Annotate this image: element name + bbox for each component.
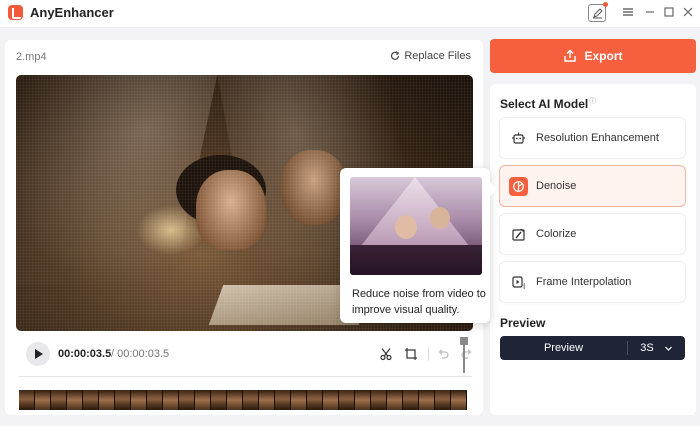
timeline-frame [19, 390, 35, 410]
export-label: Export [584, 49, 623, 63]
select-ai-model-heading: Select AI Modelⓘ [500, 97, 597, 111]
model-colorize[interactable]: Colorize [500, 214, 685, 254]
refresh-icon [391, 51, 400, 60]
timeline-frame [371, 390, 387, 410]
timeline-frame [323, 390, 339, 410]
app-title: AnyEnhancer [30, 5, 114, 20]
denoise-example-image [350, 177, 482, 275]
title-bar: AnyEnhancer [0, 0, 700, 28]
model-label: Resolution Enhancement [536, 132, 659, 144]
timeline-strip[interactable] [19, 390, 469, 410]
model-label: Colorize [536, 228, 577, 240]
timeline-frame [339, 390, 355, 410]
export-button[interactable]: Export [490, 39, 696, 73]
timeline-frame [307, 390, 323, 410]
duration-value: 3S [640, 342, 654, 354]
replace-files-button[interactable]: Replace Files [390, 50, 471, 62]
preview-duration-select[interactable]: 3S [628, 336, 685, 360]
preview-heading: Preview [500, 316, 546, 330]
timeline-frame [387, 390, 403, 410]
timeline-track [19, 376, 472, 377]
edit-icon [593, 8, 603, 19]
timeline-frame [435, 390, 451, 410]
timeline-frame [275, 390, 291, 410]
timeline-frame [451, 390, 467, 410]
preview-button[interactable]: Preview [500, 336, 627, 360]
minimize-icon[interactable] [643, 5, 657, 19]
feedback-button[interactable] [588, 2, 608, 22]
scissors-icon[interactable] [379, 347, 393, 361]
menu-icon[interactable] [621, 5, 635, 19]
tooltip-description: Reduce noise from video to improve visua… [352, 288, 486, 316]
timeline-frame [291, 390, 307, 410]
ai-model-panel: Select AI Modelⓘ Resolution Enhancement … [490, 84, 696, 415]
info-icon[interactable]: ⓘ [589, 98, 596, 105]
robot-icon [509, 129, 528, 148]
timeline-frame [147, 390, 163, 410]
timeline-frame [227, 390, 243, 410]
timeline-frame [51, 390, 67, 410]
player-controls: 00:00:03.5 / 00:00:03.5 [16, 340, 476, 368]
timeline-playhead[interactable] [460, 337, 468, 373]
preview-control: Preview 3S [500, 336, 685, 360]
play-button[interactable] [26, 342, 50, 366]
colorize-icon [509, 225, 528, 244]
replace-files-label: Replace Files [404, 50, 471, 62]
timeline-frame [179, 390, 195, 410]
undo-icon[interactable] [436, 347, 450, 361]
app-logo-icon [8, 5, 23, 20]
model-frame-interpolation[interactable]: Frame Interpolation [500, 262, 685, 302]
file-name: 2.mp4 [16, 51, 47, 63]
timeline-frame [211, 390, 227, 410]
model-resolution-enhancement[interactable]: Resolution Enhancement [500, 118, 685, 158]
model-description-tooltip: Reduce noise from video to improve visua… [340, 168, 497, 323]
maximize-icon[interactable] [662, 5, 676, 19]
timeline-frame [243, 390, 259, 410]
model-label: Denoise [536, 180, 577, 192]
timeline-frame [99, 390, 115, 410]
total-time: / 00:00:03.5 [111, 348, 170, 360]
current-time: 00:00:03.5 [58, 348, 112, 360]
timeline-frame [195, 390, 211, 410]
crop-icon[interactable] [404, 347, 418, 361]
frame-interpolation-icon [509, 273, 528, 292]
timeline-frame [163, 390, 179, 410]
timeline-frame [355, 390, 371, 410]
denoise-icon [509, 177, 528, 196]
timeline-frame [259, 390, 275, 410]
timeline-frame [403, 390, 419, 410]
timeline-frame [83, 390, 99, 410]
timeline-frame [419, 390, 435, 410]
timeline-frame [115, 390, 131, 410]
timeline-frame [67, 390, 83, 410]
timeline-frame [131, 390, 147, 410]
export-icon [564, 49, 577, 62]
model-label: Frame Interpolation [536, 276, 632, 288]
chevron-down-icon [664, 346, 672, 351]
notification-dot [603, 2, 608, 7]
model-denoise[interactable]: Denoise [500, 166, 685, 206]
timeline-frame [35, 390, 51, 410]
close-icon[interactable] [681, 5, 695, 19]
